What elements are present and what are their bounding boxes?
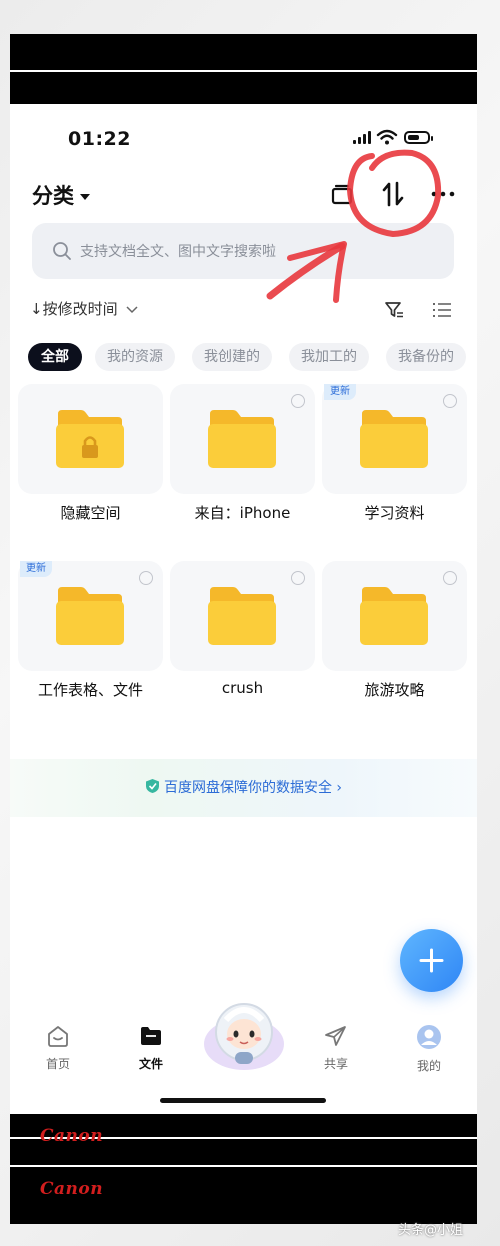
tab-share[interactable]: 共享 [306,1024,366,1072]
folder-icon [208,587,276,645]
filter-chip-all[interactable]: 全部 [28,343,82,371]
folder-name: 学习资料 [364,504,425,522]
filter-chip-created[interactable]: 我创建的 [192,343,272,371]
brand-logo: Canon [40,1126,104,1146]
tab-files[interactable]: 文件 [121,1024,181,1072]
brand-logo: Canon [40,1179,104,1199]
banner-link[interactable]: 百度网盘保障你的数据安全 › [10,777,477,797]
tab-home[interactable]: 首页 [28,1024,88,1072]
filter-chip-backup[interactable]: 我备份的 [386,343,466,371]
select-radio[interactable] [443,394,457,408]
tab-profile[interactable]: 我的 [399,1024,459,1074]
folder-name: 隐藏空间 [60,504,121,522]
folder-card[interactable] [170,384,315,494]
security-banner[interactable]: 百度网盘保障你的数据安全 › [10,759,477,817]
add-button[interactable] [400,929,463,992]
select-radio[interactable] [443,571,457,585]
folder-card[interactable]: 更新 [322,384,467,494]
profile-icon [417,1025,441,1049]
shield-icon [145,779,159,793]
annotation-circle [346,149,442,238]
folder-card[interactable]: 更新 [18,561,163,671]
folder-name: crush [221,679,264,697]
folder-name: 工作表格、文件 [37,681,143,699]
annotation-overlay [266,149,442,303]
select-radio[interactable] [291,571,305,585]
folder-card[interactable] [18,384,163,494]
home-indicator [160,1098,326,1103]
folder-name: 来自：iPhone [194,504,291,522]
select-radio[interactable] [139,571,153,585]
folder-icon [360,410,428,468]
frame-stripe [10,1165,477,1167]
mascot-button[interactable] [202,992,286,1076]
locked-folder-icon [56,410,124,468]
select-radio[interactable] [291,394,305,408]
folder-icon [56,587,124,645]
folder-card[interactable] [170,561,315,671]
plus-icon [419,948,444,973]
watermark: 头条@小姐 [398,1223,464,1238]
home-icon [48,1026,68,1047]
folder-card[interactable] [322,561,467,671]
update-badge: 更新 [20,561,52,577]
folder-icon [360,587,428,645]
folder-icon [208,410,276,468]
folder-icon [141,1027,161,1045]
mascot-icon [204,1003,284,1070]
share-icon [325,1026,346,1046]
filter-chip-processed[interactable]: 我加工的 [289,343,369,371]
update-badge: 更新 [324,384,356,400]
folder-name: 旅游攻略 [364,681,425,699]
filter-chip-my-resources[interactable]: 我的资源 [95,343,175,371]
